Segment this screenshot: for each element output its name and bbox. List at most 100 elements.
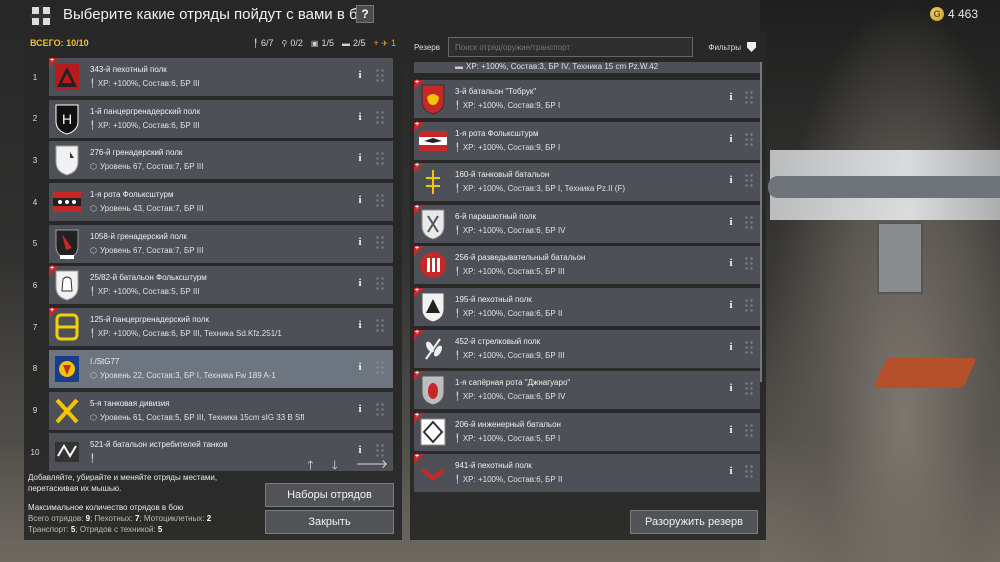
squad-name: 256-й разведывательный батальон [455, 253, 586, 263]
drag-handle-icon[interactable] [744, 422, 754, 439]
squad-type-icon: ⬡ [90, 412, 97, 422]
info-icon[interactable]: i [726, 133, 736, 147]
squad-card[interactable]: 276-й гренадерский полк ⬡ Уровень 67, Сос… [49, 141, 393, 180]
lineup-row[interactable]: 6 25/82-й батальон Фольксштурм ╿XP: +100… [24, 265, 402, 305]
squad-name: 1-я рота Фольксштурм [90, 190, 174, 200]
info-icon[interactable]: i [355, 69, 365, 83]
reserve-row[interactable]: 206-й инженерный батальон ╿XP: +100%, Со… [414, 412, 760, 451]
row-number: 4 [32, 197, 38, 207]
reserve-row[interactable]: 195-й пехотный полк ╿XP: +100%, Состав:6… [414, 287, 760, 326]
row-number: 1 [32, 72, 38, 82]
disarm-reserve-button[interactable]: Разоружить резерв [630, 510, 758, 534]
lineup-row[interactable]: 4 1-я рота Фольксштурм ⬡ Уровень 43, Сост… [24, 183, 402, 222]
reserve-row[interactable]: 1-я рота Фольксштурм ╿XP: +100%, Состав:… [414, 121, 760, 160]
squad-card[interactable]: 1058-й гренадерский полк ⬡ Уровень 67, Со… [49, 224, 393, 263]
info-icon[interactable]: i [355, 111, 365, 125]
squad-name: 343-й пехотный полк [90, 65, 167, 74]
drag-handle-icon[interactable] [375, 276, 385, 293]
squad-card[interactable]: 343-й пехотный полк ╿XP: +100%, Состав:6… [49, 58, 393, 96]
info-icon[interactable]: i [726, 299, 736, 313]
tank-icon: ▬ [341, 39, 350, 48]
drag-handle-icon[interactable] [375, 68, 385, 84]
lineup-row[interactable]: 5 1058-й гренадерский полк ⬡ Уровень 67, … [24, 224, 402, 263]
lineup-row[interactable]: 9 5-я танковая дивизия ⬡ Уровень 61, Сост… [24, 391, 402, 430]
squad-emblem-icon [418, 249, 448, 281]
squad-type-icon: ╿ [455, 184, 460, 194]
reserve-row[interactable]: 256-й разведывательный батальон ╿XP: +10… [414, 245, 760, 285]
info-icon[interactable]: i [726, 257, 736, 271]
drag-handle-icon[interactable] [375, 151, 385, 168]
reserve-row[interactable]: 1-я сапёрная рота "Джнагуаро" ╿XP: +100%… [414, 370, 760, 410]
arrow-down-icon[interactable]: 🡓 [332, 456, 338, 477]
squad-stats: ╿ XP: +100%, Состав:6, БР IV [455, 225, 566, 235]
squad-card[interactable]: I./StG77 ⬡ Уровень 22, Состав:3, БР I, Те… [49, 349, 393, 388]
info-icon[interactable]: i [726, 341, 736, 355]
squad-card[interactable]: 25/82-й батальон Фольксштурм ╿XP: +100%,… [49, 265, 393, 305]
drag-handle-icon[interactable] [744, 214, 754, 231]
drag-handle-icon[interactable] [375, 401, 385, 418]
squad-type-icon: ╿ [455, 350, 460, 360]
reserve-row[interactable]: 6-й парашютный полк ╿XP: +100%, Состав:6… [414, 204, 760, 243]
lineup-row[interactable]: 8 I./StG77 ⬡ Уровень 22, Состав:3, БР I, … [24, 349, 402, 388]
squad-emblem-icon: H [52, 103, 82, 135]
squad-presets-button[interactable]: Наборы отрядов [265, 483, 394, 507]
info-icon[interactable]: i [726, 382, 736, 396]
squad-emblem-icon [52, 269, 82, 301]
squad-card[interactable]: 5-я танковая дивизия ⬡ Уровень 61, Состав… [49, 391, 393, 430]
squad-emblem-icon [52, 228, 82, 260]
filters-button[interactable]: Фильтры [708, 42, 756, 52]
infantry-count: ╿ 6/7 [253, 38, 274, 48]
plane-icon: ✈ [381, 39, 388, 48]
info-icon[interactable]: i [355, 277, 365, 291]
drag-handle-icon[interactable] [744, 297, 754, 314]
reserve-row[interactable]: 3-й батальон "Тобрук" ╿XP: +100%, Состав… [414, 79, 760, 118]
drag-handle-icon[interactable] [375, 193, 385, 210]
reserve-row[interactable]: 160-й танковый батальон ╿XP: +100%, Сост… [414, 162, 760, 202]
drag-handle-icon[interactable] [375, 318, 385, 335]
drag-handle-icon[interactable] [744, 131, 754, 148]
squad-stats: ╿ XP: +100%, Состав:5, БР III [90, 287, 200, 297]
squad-emblem-icon [418, 374, 448, 406]
drag-handle-icon[interactable] [744, 381, 754, 398]
drag-handle-icon[interactable] [744, 256, 754, 273]
info-icon[interactable]: i [726, 216, 736, 230]
reserve-row[interactable]: 941-й пехотный полк ╿XP: +100%, Состав:6… [414, 453, 760, 493]
info-icon[interactable]: i [726, 174, 736, 188]
drag-handle-icon[interactable] [375, 234, 385, 251]
info-icon[interactable]: i [726, 465, 736, 479]
help-button[interactable]: ? [356, 5, 374, 23]
info-icon[interactable]: i [726, 424, 736, 438]
drag-handle-icon[interactable] [744, 173, 754, 190]
info-icon[interactable]: i [726, 91, 736, 105]
list-item[interactable]: ▬ XP: +100%, Состав:3, БР IV, Техника 15 … [414, 62, 760, 73]
info-icon[interactable]: i [355, 361, 365, 375]
squad-card[interactable]: 1-я рота Фольксштурм ⬡ Уровень 43, Состав… [49, 183, 393, 222]
reserve-scrollbar[interactable] [760, 62, 762, 382]
info-icon[interactable]: i [355, 403, 365, 417]
drag-handle-icon[interactable] [375, 359, 385, 376]
lineup-row[interactable]: 7 125-й панцергренадерский полк ╿XP: +10… [24, 307, 402, 347]
squad-stats: ⬡ Уровень 43, Состав:7, БР III [90, 204, 204, 214]
arrow-up-icon[interactable]: 🡑 [307, 456, 313, 477]
drag-handle-icon[interactable] [744, 464, 754, 481]
info-icon[interactable]: i [355, 236, 365, 250]
info-icon[interactable]: i [355, 319, 365, 333]
info-icon[interactable]: i [355, 194, 365, 208]
lineup-row[interactable]: 3 276-й гренадерский полк ⬡ Уровень 67, С… [24, 141, 402, 180]
row-number: 7 [32, 322, 38, 332]
info-icon[interactable]: i [355, 152, 365, 166]
lineup-row[interactable]: 2 H 1-й панцергренадерский полк ╿ XP: +10… [24, 99, 402, 138]
arrow-right-icon[interactable]: 🡒 [356, 456, 388, 477]
squad-card[interactable]: 125-й панцергренадерский полк ╿XP: +100%… [49, 307, 393, 347]
squad-emblem-icon [418, 291, 448, 323]
squad-card[interactable]: H 1-й панцергренадерский полк ╿ XP: +100%… [49, 99, 393, 138]
lineup-row[interactable]: 1 343-й пехотный полк ╿XP: +100%, Состав… [24, 58, 402, 96]
search-input[interactable] [448, 37, 693, 57]
squad-emblem-icon [418, 457, 448, 489]
reserve-row[interactable]: 452-й стрелковый полк ╿XP: +100%, Состав… [414, 329, 760, 368]
squad-emblem-icon [418, 166, 448, 198]
drag-handle-icon[interactable] [744, 90, 754, 106]
drag-handle-icon[interactable] [375, 109, 385, 126]
close-button[interactable]: Закрыть [265, 510, 394, 534]
drag-handle-icon[interactable] [744, 339, 754, 356]
